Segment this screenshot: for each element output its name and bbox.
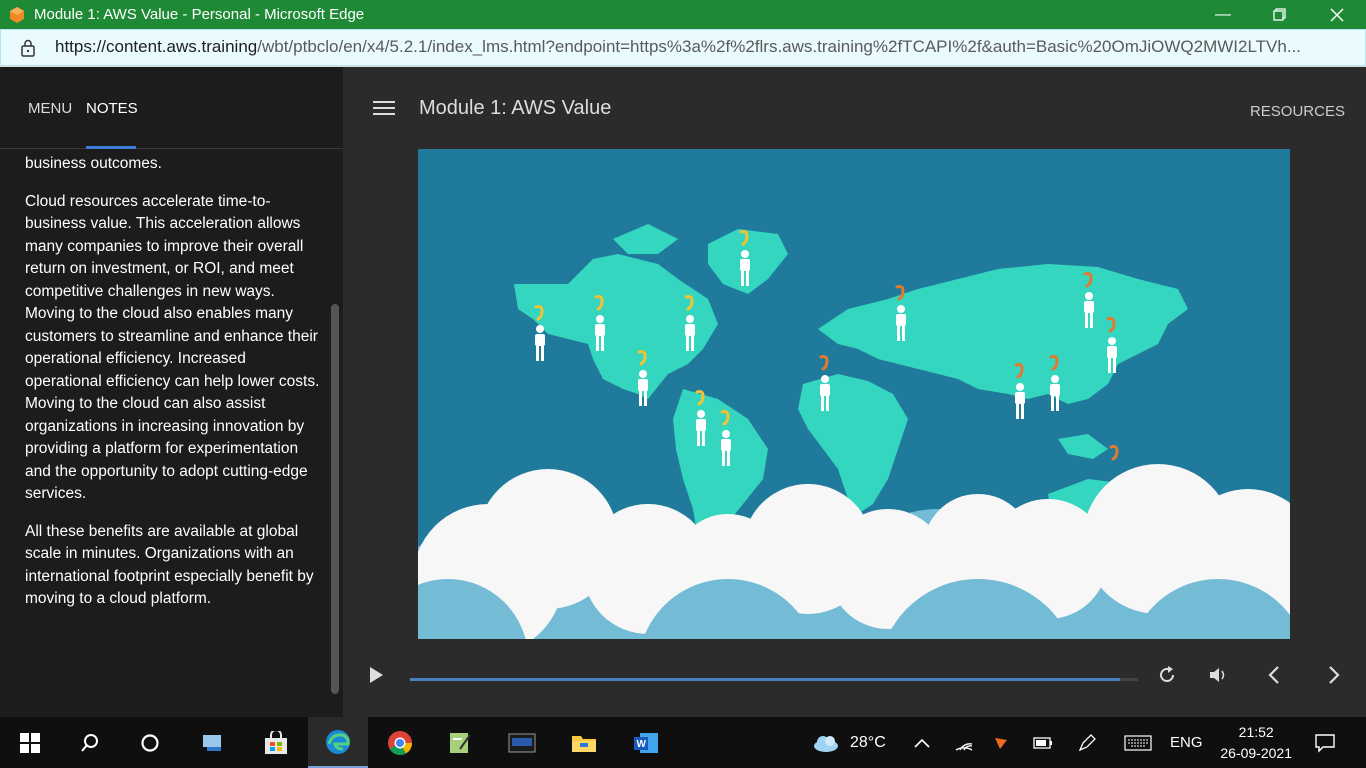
previous-icon[interactable] [1260, 661, 1288, 689]
play-icon[interactable] [362, 661, 390, 689]
notes-paragraph: Cloud resources accelerate time-to-busin… [25, 192, 320, 503]
lock-icon[interactable] [20, 39, 36, 57]
progress-fill [410, 678, 1120, 681]
edge-taskbar-icon[interactable] [308, 717, 368, 768]
restore-icon[interactable] [1256, 0, 1302, 29]
notes-sidebar: MENU NOTES business outcomes. Cloud reso… [0, 67, 343, 717]
world-map-illustration [418, 149, 1290, 639]
window-titlebar: Module 1: AWS Value - Personal - Microso… [0, 0, 1366, 29]
address-bar[interactable]: https://content.aws.training/wbt/ptbclo/… [0, 29, 1366, 67]
search-icon[interactable] [60, 717, 120, 768]
svg-text:W: W [637, 739, 647, 750]
url-text[interactable]: https://content.aws.training/wbt/ptbclo/… [55, 37, 1345, 57]
cortana-icon[interactable] [120, 717, 180, 768]
file-explorer-icon[interactable] [554, 717, 614, 768]
mysql-icon[interactable] [492, 717, 552, 768]
notes-scrollbar[interactable] [331, 304, 339, 694]
chrome-icon[interactable] [370, 717, 430, 768]
weather-widget[interactable]: 28°C [812, 717, 886, 768]
app-tray-icon[interactable] [994, 717, 1008, 768]
battery-icon[interactable] [1033, 717, 1053, 768]
store-icon[interactable] [246, 717, 306, 768]
replay-icon[interactable] [1153, 661, 1181, 689]
minimize-icon[interactable]: — [1200, 0, 1246, 29]
show-hidden-icons[interactable] [914, 717, 930, 768]
word-icon[interactable]: W [616, 717, 676, 768]
cloud-icon [814, 735, 838, 752]
progress-bar[interactable] [410, 678, 1138, 681]
url-host: https://content.aws.training [55, 37, 258, 56]
clock[interactable]: 21:52 26-09-2021 [1220, 722, 1292, 764]
notepad-icon[interactable] [430, 717, 490, 768]
notification-icon[interactable] [1314, 717, 1336, 768]
resources-link[interactable]: RESOURCES [1250, 103, 1345, 120]
task-view-icon[interactable] [184, 717, 244, 768]
slide-illustration [418, 149, 1290, 639]
tab-menu[interactable]: MENU [28, 100, 72, 117]
player-controls [343, 657, 1366, 697]
notes-paragraph: All these benefits are available at glob… [25, 522, 314, 608]
tab-active-indicator [86, 146, 136, 149]
next-icon[interactable] [1320, 661, 1348, 689]
aws-app-icon [10, 6, 24, 23]
clock-time: 21:52 [1238, 724, 1274, 740]
wifi-icon[interactable] [955, 717, 973, 768]
notes-content: business outcomes. Cloud resources accel… [25, 153, 325, 626]
sidebar-tabs: MENU NOTES [0, 67, 343, 149]
windows-taskbar: W 28°C ENG 21:52 26-09-2021 [0, 717, 1366, 768]
start-icon[interactable] [0, 717, 60, 768]
window-title: Module 1: AWS Value - Personal - Microso… [34, 6, 365, 23]
language-indicator[interactable]: ENG [1170, 717, 1203, 768]
module-title: Module 1: AWS Value [419, 97, 612, 119]
weather-temp: 28°C [850, 733, 886, 751]
course-player: Module 1: AWS Value RESOURCES [343, 67, 1366, 717]
hamburger-menu-icon[interactable] [373, 101, 395, 117]
tab-notes[interactable]: NOTES [86, 100, 138, 117]
notes-paragraph: business outcomes. [25, 155, 162, 172]
pen-icon[interactable] [1077, 717, 1097, 768]
keyboard-icon[interactable] [1124, 717, 1152, 768]
url-path: /wbt/ptbclo/en/x4/5.2.1/index_lms.html?e… [257, 37, 1302, 56]
volume-icon[interactable] [1205, 661, 1233, 689]
clock-date: 26-09-2021 [1220, 745, 1292, 761]
close-icon[interactable] [1314, 0, 1360, 29]
